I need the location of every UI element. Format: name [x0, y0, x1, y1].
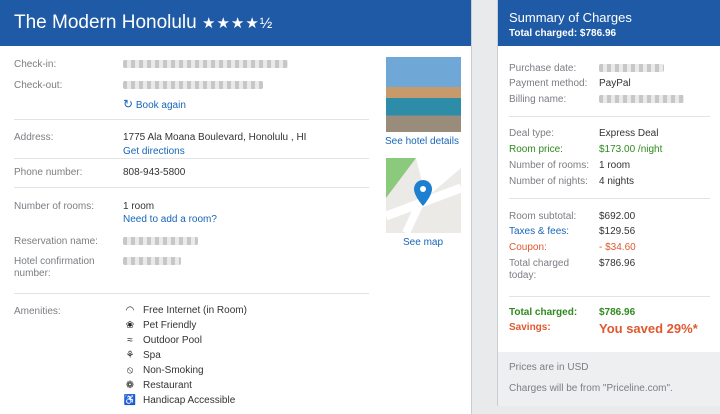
- amenity-item: ≈ Outdoor Pool: [123, 335, 202, 346]
- savings-value: You saved 29%*: [599, 321, 698, 336]
- nights-value: 4 nights: [599, 176, 635, 187]
- map-graphic: [386, 158, 461, 233]
- amenity-item: ⦸ Non-Smoking: [123, 365, 204, 376]
- rooms-value: 1 room: [123, 201, 155, 212]
- star-rating: ★★★★½: [202, 15, 274, 32]
- amenity-item: ❁ Restaurant: [123, 380, 192, 391]
- subtotal-label: Room subtotal:: [509, 211, 577, 222]
- checkin-value-redacted: [123, 59, 288, 70]
- see-hotel-details-link[interactable]: See hotel details: [385, 136, 459, 147]
- pool-icon: ≈: [127, 335, 133, 346]
- purchase-value-redacted: [599, 63, 664, 74]
- book-again-label: Book again: [135, 100, 186, 111]
- amenity-label: Pet Friendly: [143, 320, 197, 331]
- deal-label: Deal type:: [509, 128, 555, 139]
- amenity-item: ♿ Handicap Accessible: [123, 395, 236, 406]
- amenities-label: Amenities:: [14, 306, 61, 317]
- wheelchair-icon: ♿: [123, 395, 137, 406]
- amenity-item: ◠ Free Internet (in Room): [123, 305, 247, 316]
- usd-note: Prices are in USD: [509, 362, 589, 373]
- rooms-label: Number of rooms:: [14, 201, 95, 212]
- phone-value: 808-943-5800: [123, 167, 186, 178]
- hotel-name: The Modern Honolulu: [14, 12, 197, 33]
- amenity-item: ⚘ Spa: [123, 350, 161, 361]
- checkout-value-redacted: [123, 80, 263, 91]
- taxes-link[interactable]: Taxes & fees:: [509, 226, 599, 237]
- purchase-label: Purchase date:: [509, 63, 577, 74]
- confirmation-label: Hotel confirmation number:: [14, 256, 95, 279]
- payment-label: Payment method:: [509, 78, 588, 89]
- amenity-label: Non-Smoking: [143, 365, 204, 376]
- hotel-header: The Modern Honolulu ★★★★½: [0, 0, 471, 46]
- room-price-label: Room price:: [509, 144, 563, 155]
- restaurant-icon: ❁: [125, 380, 135, 391]
- summary-header: Summary of Charges Total charged: $786.9…: [498, 0, 720, 46]
- checkout-label: Check-out:: [14, 80, 63, 91]
- confirmation-value-redacted: [123, 256, 181, 267]
- total-value: $786.96: [599, 307, 636, 318]
- divider: [509, 116, 710, 117]
- phone-label: Phone number:: [14, 167, 83, 178]
- total-today-value: $786.96: [599, 258, 636, 269]
- coupon-value: - $34.60: [599, 242, 636, 253]
- billing-label: Billing name:: [509, 94, 567, 105]
- book-again-link[interactable]: ↻ Book again: [123, 97, 186, 111]
- coupon-label: Coupon:: [509, 242, 547, 253]
- hotel-details-panel: The Modern Honolulu ★★★★½ Check-in: Chec…: [0, 0, 472, 414]
- address-label: Address:: [14, 132, 54, 143]
- summary-of-charges-panel: Summary of Charges Total charged: $786.9…: [497, 0, 720, 406]
- paw-icon: ❀: [125, 320, 135, 331]
- spa-icon: ⚘: [125, 350, 135, 361]
- address-value: 1775 Ala Moana Boulevard, Honolulu , HI: [123, 132, 307, 143]
- total-label: Total charged:: [509, 307, 578, 318]
- divider: [14, 158, 369, 159]
- billing-value-redacted: [599, 94, 684, 105]
- taxes-value: $129.56: [599, 226, 636, 237]
- get-directions-link[interactable]: Get directions: [123, 146, 185, 157]
- hotel-photo[interactable]: [386, 57, 461, 132]
- summary-total-header: Total charged: $786.96: [509, 28, 617, 39]
- divider: [509, 198, 710, 199]
- reservation-label: Reservation name:: [14, 236, 98, 247]
- nights-label: Number of nights:: [509, 176, 588, 187]
- subtotal-value: $692.00: [599, 211, 636, 222]
- add-room-link[interactable]: Need to add a room?: [123, 214, 217, 225]
- refresh-icon: ↻: [123, 97, 134, 111]
- see-map-link[interactable]: See map: [403, 237, 443, 248]
- savings-label: Savings:: [509, 322, 551, 333]
- room-price-value: $173.00 /night: [599, 144, 663, 155]
- charges-note: Charges will be from "Priceline.com".: [509, 383, 673, 394]
- divider: [14, 119, 369, 120]
- amenity-label: Restaurant: [143, 380, 192, 391]
- deal-value: Express Deal: [599, 128, 659, 139]
- payment-value: PayPal: [599, 78, 631, 89]
- summary-title: Summary of Charges: [509, 10, 632, 25]
- no-smoking-icon: ⦸: [126, 365, 134, 376]
- divider: [14, 187, 369, 188]
- map-thumbnail[interactable]: [386, 158, 461, 233]
- num-rooms-label: Number of rooms:: [509, 160, 590, 171]
- summary-footer: Prices are in USD Charges will be from "…: [498, 352, 720, 406]
- amenity-label: Outdoor Pool: [143, 335, 202, 346]
- reservation-value-redacted: [123, 236, 198, 247]
- num-rooms-value: 1 room: [599, 160, 631, 171]
- divider: [14, 293, 369, 294]
- page: The Modern Honolulu ★★★★½ Check-in: Chec…: [0, 0, 720, 414]
- wifi-icon: ◠: [125, 305, 135, 316]
- amenity-label: Free Internet (in Room): [143, 305, 247, 316]
- amenity-item: ❀ Pet Friendly: [123, 320, 197, 331]
- checkin-label: Check-in:: [14, 59, 57, 70]
- amenity-label: Handicap Accessible: [143, 395, 236, 406]
- divider: [509, 296, 710, 297]
- amenity-label: Spa: [143, 350, 161, 361]
- total-today-label: Total charged today:: [509, 258, 570, 281]
